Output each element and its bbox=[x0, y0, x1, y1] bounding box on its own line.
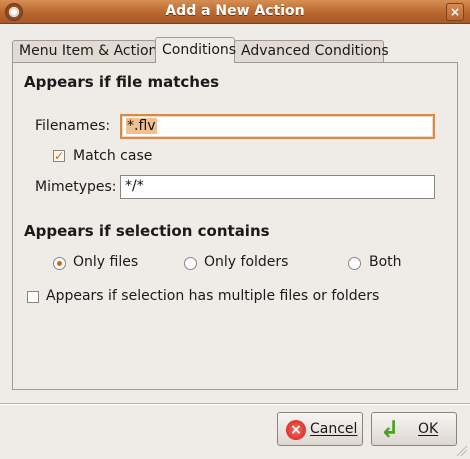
ok-icon: ↲ bbox=[380, 417, 400, 443]
ok-label: OK bbox=[418, 421, 439, 437]
mimetypes-input[interactable]: */* bbox=[120, 175, 435, 199]
cancel-icon: × bbox=[286, 420, 306, 440]
window-titlebar: Add a New Action × bbox=[0, 0, 470, 24]
window-title: Add a New Action bbox=[165, 3, 305, 19]
tab-menu-item-action[interactable]: Menu Item & Action bbox=[12, 40, 158, 63]
selection-heading: Appears if selection contains bbox=[24, 222, 270, 240]
close-button[interactable]: × bbox=[446, 3, 464, 21]
only-files-radio[interactable] bbox=[53, 257, 66, 270]
match-case-checkbox[interactable]: ✓ bbox=[53, 150, 65, 162]
tab-conditions[interactable]: Conditions bbox=[155, 37, 237, 63]
file-match-heading: Appears if file matches bbox=[24, 73, 220, 91]
tab-label: Conditions bbox=[162, 42, 237, 58]
button-separator bbox=[0, 403, 470, 405]
filenames-label: Filenames: bbox=[35, 118, 111, 134]
both-label: Both bbox=[369, 254, 402, 270]
resize-grip-icon[interactable] bbox=[457, 446, 467, 456]
only-folders-radio[interactable] bbox=[184, 257, 197, 270]
tab-advanced-conditions[interactable]: Advanced Conditions bbox=[234, 40, 389, 63]
mimetypes-value: */* bbox=[125, 178, 144, 194]
both-radio[interactable] bbox=[348, 257, 361, 270]
ok-button[interactable]: ↲ OK bbox=[371, 412, 457, 446]
filenames-value: *.flv bbox=[126, 118, 157, 134]
only-folders-label: Only folders bbox=[204, 254, 289, 270]
multiple-selection-checkbox[interactable] bbox=[27, 291, 39, 303]
cancel-label: Cancel bbox=[310, 421, 358, 437]
filenames-input[interactable]: *.flv bbox=[120, 114, 435, 139]
cancel-button[interactable]: × Cancel bbox=[277, 412, 363, 446]
tab-label: Advanced Conditions bbox=[241, 43, 389, 59]
match-case-label: Match case bbox=[73, 148, 153, 164]
tab-label: Menu Item & Action bbox=[19, 43, 158, 59]
only-files-label: Only files bbox=[73, 254, 139, 270]
multiple-selection-label: Appears if selection has multiple files … bbox=[46, 288, 380, 304]
mimetypes-label: Mimetypes: bbox=[35, 179, 117, 195]
